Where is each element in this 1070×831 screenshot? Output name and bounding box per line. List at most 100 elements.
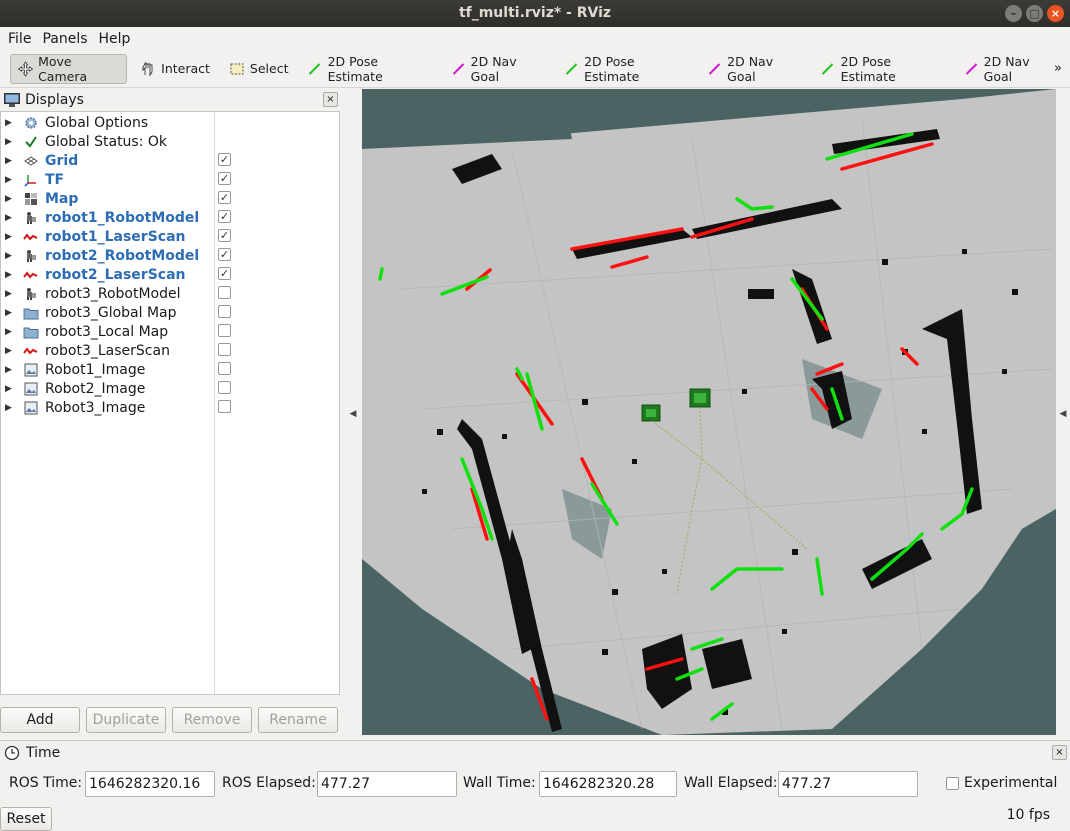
expand-arrow-icon[interactable]: ▶: [5, 308, 19, 318]
robot2-model[interactable]: [689, 388, 711, 408]
select-tool[interactable]: Select: [222, 54, 295, 84]
remove-button[interactable]: Remove: [172, 707, 252, 733]
display-enabled-checkbox[interactable]: [218, 400, 231, 413]
displays-tree: ▶ Global Options ▶ Global Status: Ok ▶ Grid ✓ ▶…: [0, 111, 340, 695]
map-render[interactable]: [362, 89, 1056, 735]
display-enabled-checkbox[interactable]: ✓: [218, 191, 231, 204]
expand-arrow-icon[interactable]: ▶: [5, 327, 19, 337]
menu-file[interactable]: File: [4, 31, 35, 47]
close-button[interactable]: ×: [1047, 5, 1064, 22]
expand-arrow-icon[interactable]: ▶: [5, 270, 19, 280]
display-item[interactable]: ▶ robot3_Local Map: [1, 322, 339, 341]
time-close-button[interactable]: ×: [1052, 745, 1067, 760]
display-enabled-checkbox[interactable]: [218, 381, 231, 394]
ros-elapsed-label: ROS Elapsed:: [222, 775, 316, 791]
display-enabled-checkbox[interactable]: ✓: [218, 248, 231, 261]
display-enabled-checkbox[interactable]: [218, 305, 231, 318]
menu-panels[interactable]: Panels: [38, 31, 91, 47]
expand-arrow-icon[interactable]: ▶: [5, 251, 19, 261]
pose-estimate-label-1: 2D Pose Estimate: [327, 53, 383, 84]
display-item[interactable]: ▶ robot3_LaserScan: [1, 341, 339, 360]
display-item[interactable]: ▶ Global Status: Ok: [1, 132, 339, 151]
time-header: Time ×: [0, 741, 1070, 765]
displays-title: Displays: [25, 92, 84, 108]
nav-goal-tool-1[interactable]: 2D Nav Goal: [444, 54, 551, 84]
expand-arrow-icon[interactable]: ▶: [5, 232, 19, 242]
nav-goal-tool-3[interactable]: 2D Nav Goal: [957, 54, 1064, 84]
expand-arrow-icon[interactable]: ▶: [5, 346, 19, 356]
map-icon: [23, 191, 39, 207]
expand-arrow-icon[interactable]: ▶: [5, 137, 19, 147]
display-item-label: Robot1_Image: [45, 361, 146, 378]
left-splitter-handle[interactable]: ◀: [344, 89, 362, 739]
display-item[interactable]: ▶ robot1_LaserScan ✓: [1, 227, 339, 246]
expand-arrow-icon[interactable]: ▶: [5, 384, 19, 394]
rename-button[interactable]: Rename: [258, 707, 338, 733]
display-enabled-checkbox[interactable]: ✓: [218, 210, 231, 223]
wall-elapsed-field[interactable]: 477.27: [778, 771, 918, 797]
pose-estimate-tool-2[interactable]: 2D Pose Estimate: [557, 54, 694, 84]
expand-arrow-icon[interactable]: ▶: [5, 194, 19, 204]
display-enabled-checkbox[interactable]: [218, 362, 231, 375]
display-enabled-checkbox[interactable]: ✓: [218, 153, 231, 166]
robot1-model[interactable]: [641, 404, 661, 422]
display-enabled-checkbox[interactable]: [218, 324, 231, 337]
displays-close-button[interactable]: ×: [323, 92, 338, 107]
display-item[interactable]: ▶ robot2_LaserScan ✓: [1, 265, 339, 284]
right-splitter-handle[interactable]: ◀: [1056, 89, 1070, 739]
duplicate-button[interactable]: Duplicate: [86, 707, 166, 733]
displays-buttons: Add Duplicate Remove Rename: [0, 707, 344, 735]
ros-time-field[interactable]: 1646282320.16: [85, 771, 215, 797]
pose-estimate-tool-3[interactable]: 2D Pose Estimate: [813, 54, 950, 84]
wall-elapsed-label: Wall Elapsed:: [684, 775, 778, 791]
nav-goal-label-2: 2D Nav Goal: [727, 53, 774, 84]
clock-icon: [4, 745, 20, 761]
display-item[interactable]: ▶ Robot1_Image: [1, 360, 339, 379]
display-item[interactable]: ▶ Grid ✓: [1, 151, 339, 170]
display-item-label: Grid: [45, 152, 79, 169]
display-item[interactable]: ▶ robot2_RobotModel ✓: [1, 246, 339, 265]
interact-tool[interactable]: Interact: [133, 54, 216, 84]
expand-arrow-icon[interactable]: ▶: [5, 365, 19, 375]
expand-arrow-icon[interactable]: ▶: [5, 289, 19, 299]
display-item[interactable]: ▶ Robot3_Image: [1, 398, 339, 417]
display-item[interactable]: ▶ robot3_RobotModel: [1, 284, 339, 303]
display-item[interactable]: ▶ robot1_RobotModel ✓: [1, 208, 339, 227]
nav-goal-tool-2[interactable]: 2D Nav Goal: [700, 54, 807, 84]
display-item[interactable]: ▶ TF ✓: [1, 170, 339, 189]
select-icon: [230, 63, 244, 74]
expand-arrow-icon[interactable]: ▶: [5, 175, 19, 185]
expand-arrow-icon[interactable]: ▶: [5, 213, 19, 223]
reset-button[interactable]: Reset: [0, 807, 52, 831]
expand-arrow-icon[interactable]: ▶: [5, 156, 19, 166]
folder-icon: [23, 324, 39, 340]
experimental-checkbox[interactable]: [946, 777, 959, 790]
display-item[interactable]: ▶ Robot2_Image: [1, 379, 339, 398]
select-label: Select: [249, 61, 289, 76]
wall-time-field[interactable]: 1646282320.28: [539, 771, 677, 797]
minimize-button[interactable]: –: [1005, 5, 1022, 22]
expand-arrow-icon[interactable]: ▶: [5, 118, 19, 128]
add-button[interactable]: Add: [0, 707, 80, 733]
display-item[interactable]: ▶ Global Options: [1, 113, 339, 132]
display-enabled-checkbox[interactable]: [218, 286, 231, 299]
ros-elapsed-field[interactable]: 477.27: [317, 771, 457, 797]
display-item[interactable]: ▶ Map ✓: [1, 189, 339, 208]
display-enabled-checkbox[interactable]: ✓: [218, 229, 231, 242]
display-enabled-checkbox[interactable]: ✓: [218, 172, 231, 185]
expand-arrow-icon[interactable]: ▶: [5, 403, 19, 413]
render-viewport[interactable]: [362, 89, 1056, 735]
display-enabled-checkbox[interactable]: [218, 343, 231, 356]
toolbar: Move Camera Interact Select 2D Pose Esti…: [0, 50, 1070, 88]
menu-help[interactable]: Help: [95, 31, 135, 47]
display-item[interactable]: ▶ robot3_Global Map: [1, 303, 339, 322]
toolbar-overflow-button[interactable]: »: [1054, 61, 1062, 76]
display-enabled-checkbox[interactable]: ✓: [218, 267, 231, 280]
maximize-button[interactable]: □: [1026, 5, 1043, 22]
wall-time-label: Wall Time:: [463, 775, 536, 791]
pose-estimate-tool-1[interactable]: 2D Pose Estimate: [300, 54, 437, 84]
grid-icon: [23, 153, 39, 169]
display-item-label: robot1_RobotModel: [45, 209, 200, 226]
magenta-arrow-icon: [965, 62, 977, 75]
move-camera-tool[interactable]: Move Camera: [10, 53, 128, 84]
